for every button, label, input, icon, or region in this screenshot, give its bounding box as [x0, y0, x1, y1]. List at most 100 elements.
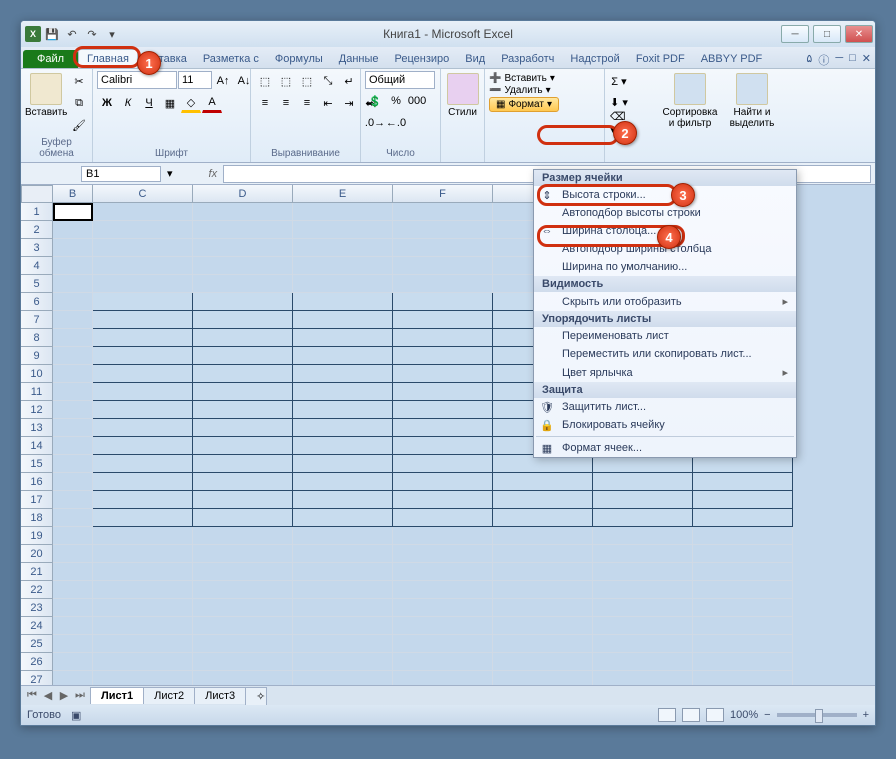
help-icon[interactable]: ⓘ	[818, 52, 829, 68]
cell[interactable]	[393, 239, 493, 257]
cell[interactable]	[693, 545, 793, 563]
cell[interactable]	[53, 239, 93, 257]
dd-default-width[interactable]: Ширина по умолчанию...	[534, 258, 796, 276]
cell[interactable]	[93, 455, 193, 473]
cells-format-button[interactable]: ▦Формат ▾	[489, 97, 559, 112]
font-size-combo[interactable]: 11	[178, 71, 212, 89]
cell[interactable]	[53, 671, 93, 685]
decrease-decimal-icon[interactable]: ←.0	[386, 113, 406, 133]
cell[interactable]	[93, 329, 193, 347]
cell[interactable]	[293, 473, 393, 491]
cell[interactable]	[393, 653, 493, 671]
cell[interactable]	[393, 635, 493, 653]
cell[interactable]	[53, 383, 93, 401]
copy-icon[interactable]: ⧉	[69, 93, 89, 113]
cell[interactable]	[93, 527, 193, 545]
cell[interactable]	[193, 401, 293, 419]
align-center-icon[interactable]: ≡	[276, 93, 296, 113]
cell[interactable]	[193, 203, 293, 221]
cell[interactable]	[393, 527, 493, 545]
save-icon[interactable]: 💾	[43, 25, 61, 43]
font-name-combo[interactable]: Calibri	[97, 71, 177, 89]
cell[interactable]	[93, 617, 193, 635]
row-header[interactable]: 25	[21, 635, 53, 653]
cell[interactable]	[493, 671, 593, 685]
cell[interactable]	[193, 599, 293, 617]
cell[interactable]	[393, 509, 493, 527]
sheet-tab[interactable]: Лист2	[143, 687, 195, 704]
cell[interactable]	[53, 365, 93, 383]
cell[interactable]	[293, 581, 393, 599]
tab-foxit[interactable]: Foxit PDF	[628, 50, 693, 68]
sheet-nav-first-icon[interactable]: ⏮	[25, 689, 39, 702]
italic-icon[interactable]: К	[118, 93, 138, 113]
cell[interactable]	[293, 293, 393, 311]
row-header[interactable]: 16	[21, 473, 53, 491]
view-normal-icon[interactable]	[658, 708, 676, 722]
cell[interactable]	[293, 617, 393, 635]
cell[interactable]	[193, 653, 293, 671]
sheet-tab[interactable]: Лист3	[194, 687, 246, 704]
cell[interactable]	[53, 491, 93, 509]
cell[interactable]	[593, 563, 693, 581]
orientation-icon[interactable]: ⤡	[318, 71, 338, 91]
cell[interactable]	[193, 455, 293, 473]
cell[interactable]	[393, 275, 493, 293]
cell[interactable]	[693, 653, 793, 671]
tab-review[interactable]: Рецензиро	[387, 50, 458, 68]
increase-decimal-icon[interactable]: .0→	[365, 113, 385, 133]
cell[interactable]	[693, 635, 793, 653]
sort-filter-button[interactable]: Сортировка и фильтр	[659, 71, 721, 129]
cell[interactable]	[593, 527, 693, 545]
doc-restore-icon[interactable]: □	[849, 52, 856, 68]
cell[interactable]	[53, 437, 93, 455]
cell[interactable]	[193, 419, 293, 437]
cells-delete-button[interactable]: ➖Удалить ▾	[489, 85, 551, 96]
cell[interactable]	[193, 329, 293, 347]
cell[interactable]	[593, 635, 693, 653]
cell[interactable]	[193, 545, 293, 563]
cell[interactable]	[53, 275, 93, 293]
cell[interactable]	[393, 311, 493, 329]
cell[interactable]	[93, 257, 193, 275]
cell[interactable]	[393, 293, 493, 311]
cell[interactable]	[393, 491, 493, 509]
bold-icon[interactable]: Ж	[97, 93, 117, 113]
cell[interactable]	[53, 347, 93, 365]
cell[interactable]	[393, 383, 493, 401]
cell[interactable]	[393, 671, 493, 685]
cell[interactable]	[493, 563, 593, 581]
macro-record-icon[interactable]: ▣	[71, 709, 81, 722]
zoom-level[interactable]: 100%	[730, 709, 758, 721]
col-header[interactable]: C	[93, 185, 193, 203]
increase-indent-icon[interactable]: ⇥	[339, 93, 359, 113]
minimize-button[interactable]: ─	[781, 25, 809, 43]
sheet-nav-last-icon[interactable]: ⏭	[73, 689, 87, 702]
cell[interactable]	[293, 671, 393, 685]
font-color-icon[interactable]: A	[202, 93, 222, 113]
row-header[interactable]: 2	[21, 221, 53, 239]
cell[interactable]	[93, 509, 193, 527]
row-header[interactable]: 22	[21, 581, 53, 599]
cell[interactable]	[393, 365, 493, 383]
tab-abbyy[interactable]: ABBYY PDF	[693, 50, 771, 68]
name-box[interactable]: B1	[81, 166, 161, 182]
cell[interactable]	[193, 347, 293, 365]
cell[interactable]	[293, 527, 393, 545]
row-header[interactable]: 5	[21, 275, 53, 293]
currency-icon[interactable]: 💲	[365, 91, 385, 111]
cell[interactable]	[93, 581, 193, 599]
tab-formulas[interactable]: Формулы	[267, 50, 331, 68]
close-button[interactable]: ✕	[845, 25, 873, 43]
fill-color-icon[interactable]: ◇	[181, 93, 201, 113]
align-top-icon[interactable]: ⬚	[255, 71, 275, 91]
cell[interactable]	[493, 509, 593, 527]
cell[interactable]	[493, 545, 593, 563]
view-layout-icon[interactable]	[682, 708, 700, 722]
cell[interactable]	[593, 653, 693, 671]
tab-developer[interactable]: Разработч	[493, 50, 562, 68]
cell[interactable]	[53, 599, 93, 617]
cell[interactable]	[293, 401, 393, 419]
cell[interactable]	[393, 473, 493, 491]
col-header[interactable]: D	[193, 185, 293, 203]
